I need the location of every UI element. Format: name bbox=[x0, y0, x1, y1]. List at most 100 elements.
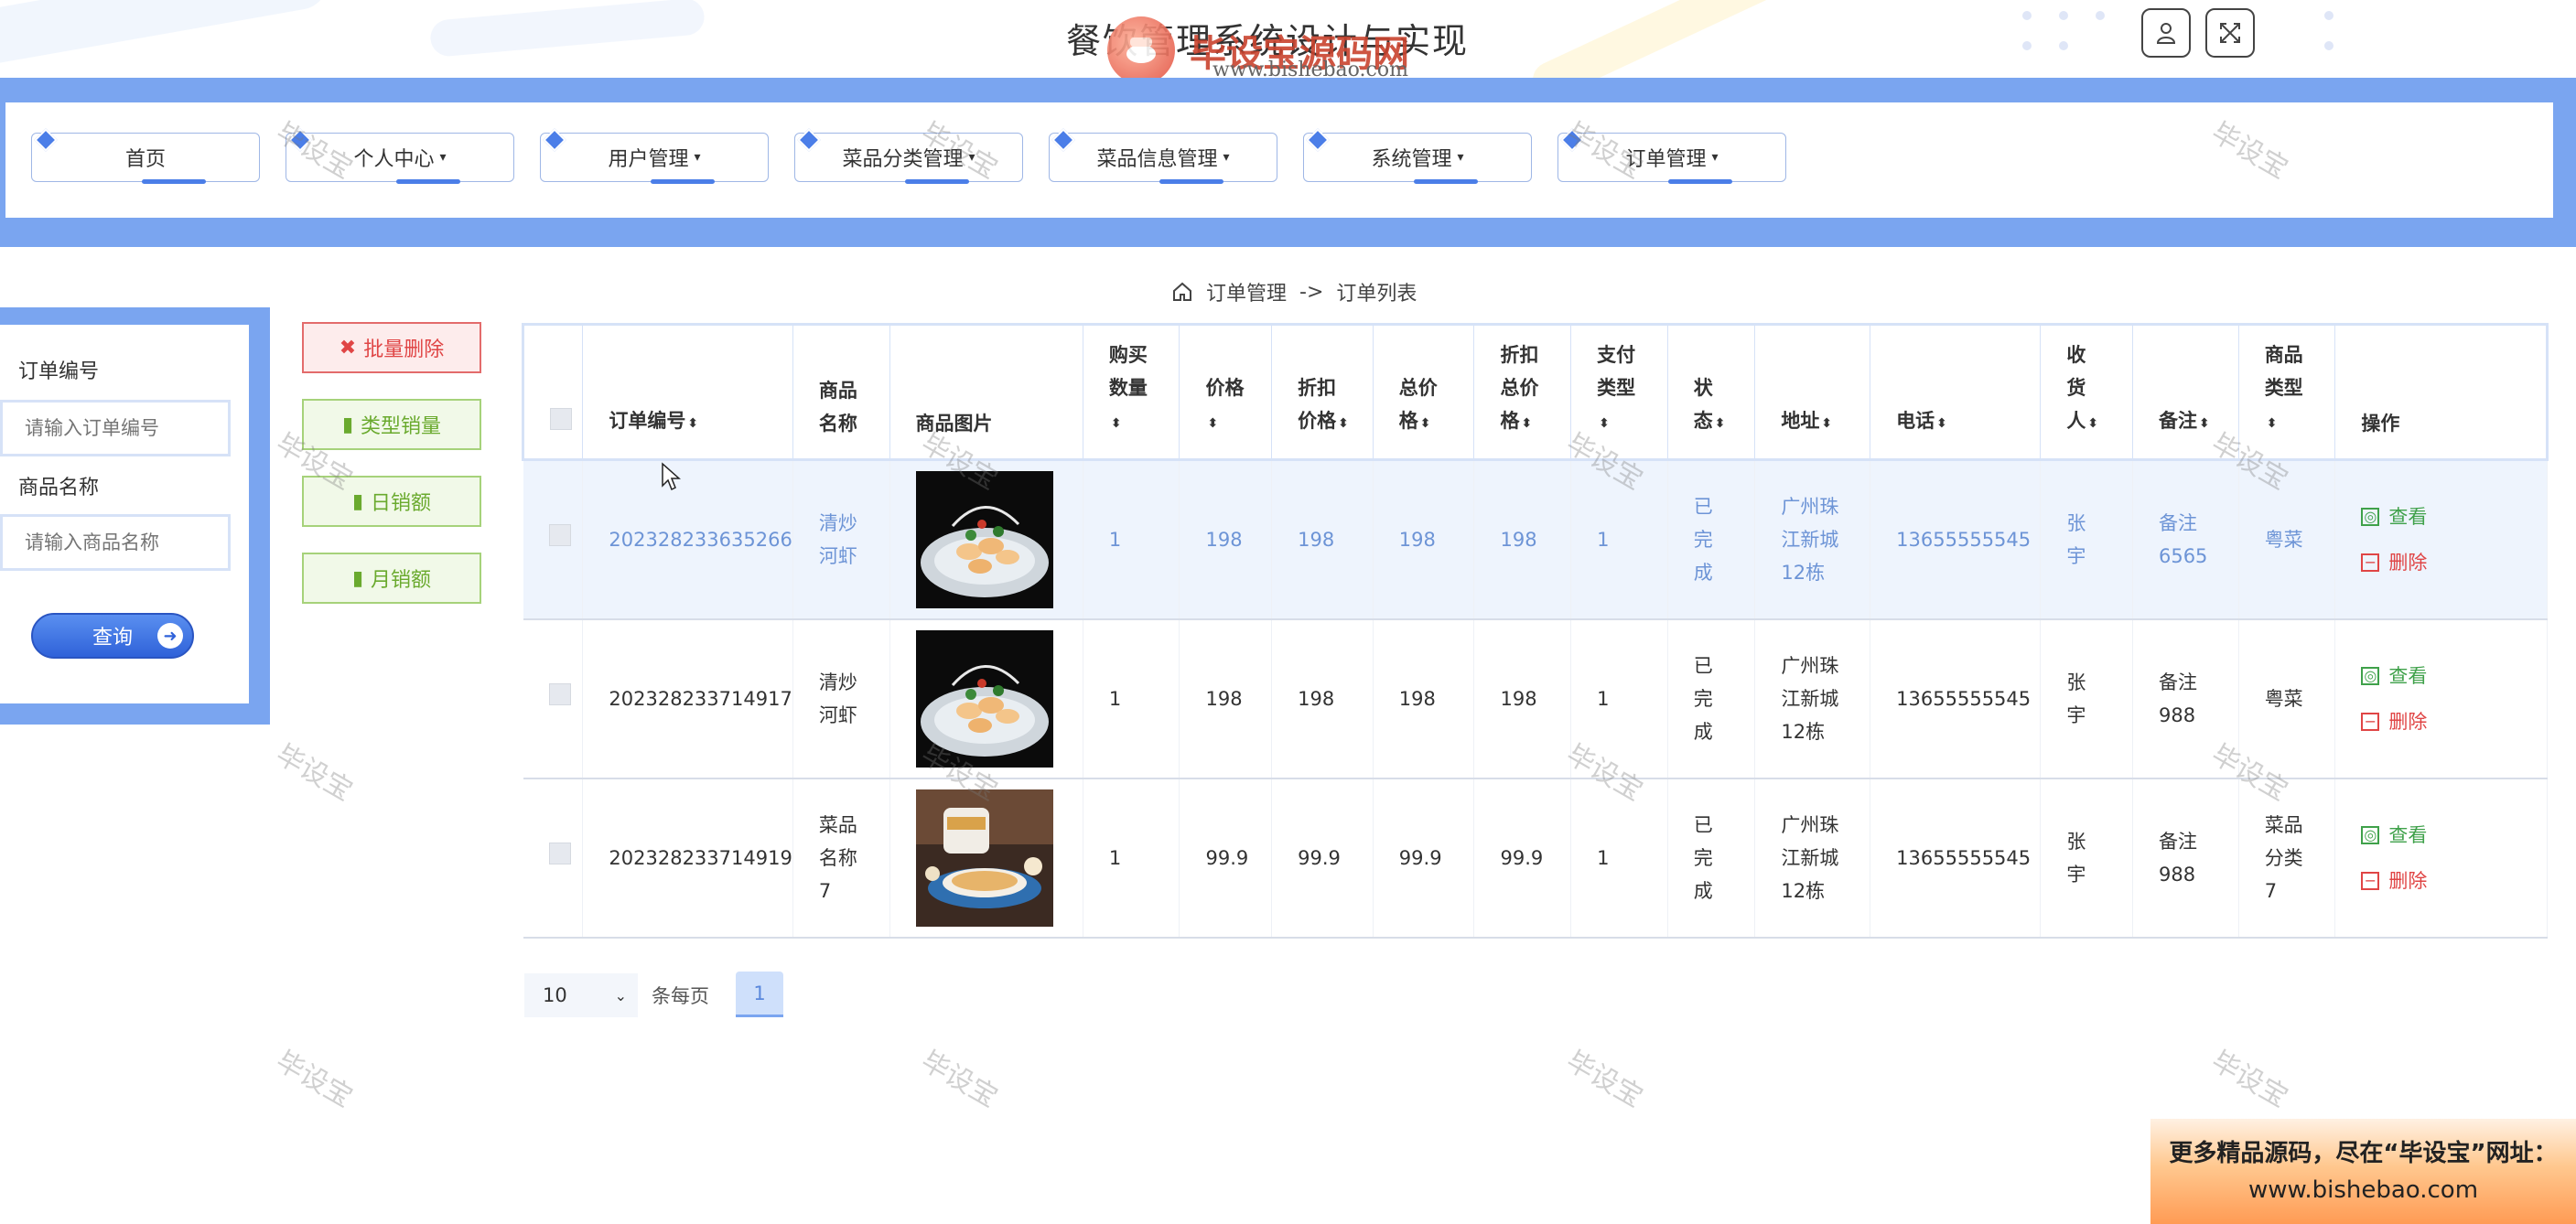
order-no-input[interactable] bbox=[0, 400, 231, 456]
header-cell[interactable]: 折扣 总价 格 ⬍ bbox=[1473, 323, 1572, 461]
chart-icon: ▮ bbox=[341, 413, 354, 436]
sort-icon: ⬍ bbox=[1599, 416, 1610, 431]
sort-icon: ⬍ bbox=[2087, 416, 2099, 431]
dish-image-shrimp bbox=[915, 470, 1053, 608]
row-checkbox-cell[interactable] bbox=[523, 459, 584, 619]
cell-address: 广州珠 江新城 12栋 bbox=[1754, 778, 1871, 938]
breadcrumb-current: 订单列表 bbox=[1336, 283, 1417, 306]
nav-item-user-management[interactable]: 用户管理 ▾ bbox=[540, 128, 769, 184]
watermark-text: 毕设宝 bbox=[915, 1045, 1003, 1114]
nav-underline bbox=[142, 179, 206, 184]
nav-underline bbox=[396, 179, 460, 184]
nav-item-dish-category[interactable]: 菜品分类管理 ▾ bbox=[794, 128, 1023, 184]
checkbox[interactable] bbox=[548, 523, 571, 546]
page-number-button[interactable]: 1 bbox=[736, 972, 783, 1017]
breadcrumb-root[interactable]: 订单管理 bbox=[1206, 277, 1287, 306]
watermark-text: 毕设宝 bbox=[270, 738, 358, 808]
delete-button[interactable]: − 删除 bbox=[2361, 699, 2547, 745]
header-cell[interactable]: 订单编号 ⬍ bbox=[582, 323, 793, 461]
decor-dot bbox=[2324, 41, 2333, 50]
cell-discount-total: 198 bbox=[1473, 459, 1572, 619]
header-cell[interactable]: 收 货 人 ⬍ bbox=[2040, 323, 2133, 461]
cell-product-name: 清炒 河虾 bbox=[792, 459, 890, 619]
nav-underline bbox=[1668, 179, 1732, 184]
cell-price: 198 bbox=[1179, 459, 1273, 619]
delete-button[interactable]: − 删除 bbox=[2361, 858, 2547, 904]
header-cell[interactable]: 价格 ⬍ bbox=[1179, 323, 1273, 461]
chart-icon: ▮ bbox=[351, 489, 364, 513]
cell-phone: 13655555545 bbox=[1870, 778, 2042, 938]
cell-receiver: 张 宇 bbox=[2040, 778, 2133, 938]
row-checkbox-cell[interactable] bbox=[523, 778, 584, 938]
nav-item-personal-center[interactable]: 个人中心 ▾ bbox=[286, 128, 514, 184]
cell-price: 198 bbox=[1179, 618, 1273, 778]
minus-icon: − bbox=[2361, 553, 2380, 572]
delete-button[interactable]: − 删除 bbox=[2361, 540, 2547, 585]
nav-item-dish-info[interactable]: 菜品信息管理 ▾ bbox=[1049, 128, 1277, 184]
nav-item-home[interactable]: 首页 bbox=[31, 128, 260, 184]
cell-qty: 1 bbox=[1083, 778, 1180, 938]
cell-category: 粤菜 bbox=[2238, 618, 2336, 778]
cell-product-name: 菜品 名称 7 bbox=[792, 778, 890, 938]
header-cell[interactable]: 折扣 价格 ⬍ bbox=[1271, 323, 1374, 461]
cursor-icon bbox=[662, 462, 681, 491]
fullscreen-button[interactable] bbox=[2205, 8, 2255, 58]
view-button[interactable]: ◎ 查看 bbox=[2361, 494, 2547, 540]
watermark-text: 毕设宝 bbox=[2205, 1045, 2293, 1114]
decor-dot bbox=[2059, 41, 2068, 50]
daily-sales-button[interactable]: ▮ 日销额 bbox=[302, 476, 481, 527]
cell-remark: 备注 988 bbox=[2132, 618, 2239, 778]
category-sales-button[interactable]: ▮ 类型销量 bbox=[302, 399, 481, 450]
checkbox[interactable] bbox=[550, 408, 572, 430]
header-cell[interactable]: 备注 ⬍ bbox=[2132, 323, 2239, 461]
cell-receiver: 张 宇 bbox=[2040, 618, 2133, 778]
daily-sales-label: 日销额 bbox=[371, 492, 432, 515]
order-no-label: 订单编号 bbox=[18, 360, 100, 383]
sort-icon: ⬍ bbox=[2266, 416, 2278, 431]
cell-ops: ◎ 查看 − 删除 bbox=[2334, 618, 2548, 778]
nav-item-system[interactable]: 系统管理 ▾ bbox=[1303, 128, 1532, 184]
cell-image bbox=[889, 618, 1083, 778]
query-button[interactable]: 查询 ➜ bbox=[31, 613, 194, 659]
header-cell[interactable]: 地址 ⬍ bbox=[1754, 323, 1871, 461]
header-cell[interactable]: 总价 格 ⬍ bbox=[1373, 323, 1475, 461]
header-cell[interactable]: 商品 类型 ⬍ bbox=[2238, 323, 2336, 461]
decor-stripe bbox=[428, 0, 706, 58]
nav-item-order-management[interactable]: 订单管理 ▾ bbox=[1557, 128, 1786, 184]
watermark-text: 毕设宝 bbox=[1560, 1045, 1648, 1114]
logo-icon bbox=[1107, 16, 1175, 84]
cell-discount-price: 198 bbox=[1271, 618, 1374, 778]
checkbox[interactable] bbox=[548, 682, 571, 705]
batch-delete-button[interactable]: ✖ 批量删除 bbox=[302, 322, 481, 373]
watermark-text: 毕设宝 bbox=[270, 1045, 358, 1114]
cell-order-no: 202328233714919 bbox=[582, 778, 793, 938]
header-cell[interactable]: 状 态 ⬍ bbox=[1667, 323, 1756, 461]
product-name-label: 商品名称 bbox=[18, 477, 100, 499]
chart-icon: ▮ bbox=[351, 566, 364, 590]
table-row[interactable]: 202328233714919 菜品 名称 7 1 99.9 99.9 99.9… bbox=[523, 778, 2548, 938]
table-row[interactable]: 202328233714917 清炒 河虾 1 198 198 198 198 … bbox=[523, 618, 2548, 778]
header-select-all[interactable] bbox=[521, 323, 584, 461]
nav-underline bbox=[1414, 179, 1478, 184]
row-checkbox-cell[interactable] bbox=[523, 618, 584, 778]
checkbox[interactable] bbox=[548, 842, 571, 864]
header-cell[interactable]: 支付 类型 ⬍ bbox=[1570, 323, 1668, 461]
cell-product-name: 清炒 河虾 bbox=[792, 618, 890, 778]
cell-image bbox=[889, 459, 1083, 619]
cell-status: 已 完 成 bbox=[1667, 618, 1756, 778]
monthly-sales-button[interactable]: ▮ 月销额 bbox=[302, 553, 481, 604]
header-cell[interactable]: 电话 ⬍ bbox=[1870, 323, 2042, 461]
caret-down-icon: ▾ bbox=[1223, 150, 1230, 165]
user-profile-button[interactable] bbox=[2141, 8, 2191, 58]
product-name-input[interactable] bbox=[0, 514, 231, 571]
category-sales-label: 类型销量 bbox=[361, 415, 442, 438]
view-button[interactable]: ◎ 查看 bbox=[2361, 812, 2547, 858]
view-button[interactable]: ◎ 查看 bbox=[2361, 653, 2547, 699]
table-row[interactable]: 202328233635266 清炒 河虾 1 198 198 198 198 … bbox=[523, 459, 2548, 619]
diamond-icon bbox=[1306, 128, 1330, 152]
header-cell: 操作 bbox=[2334, 323, 2549, 461]
promo-banner[interactable]: 更多精品源码，尽在“毕设宝”网址： www.bishebao.com bbox=[2150, 1119, 2576, 1224]
header-cell[interactable]: 购买 数量 ⬍ bbox=[1083, 323, 1180, 461]
decor-dot bbox=[2022, 11, 2032, 20]
page-size-select[interactable]: 10 ⌄ bbox=[524, 973, 638, 1017]
